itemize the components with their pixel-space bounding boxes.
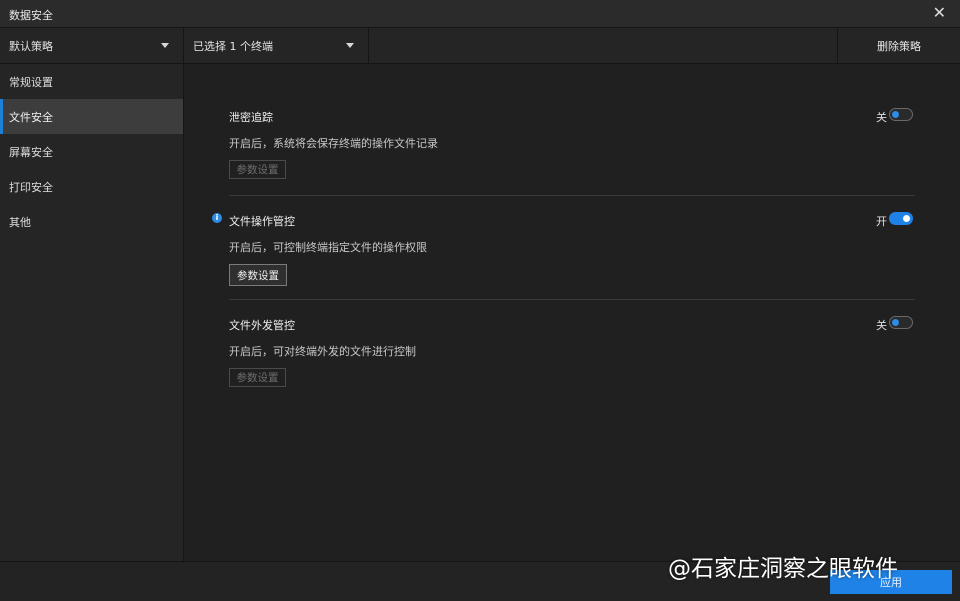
sidebar-item-label: 常规设置 — [9, 75, 53, 89]
toggle-label: 关 — [876, 319, 887, 332]
toggle-label: 关 — [876, 111, 887, 124]
divider — [229, 299, 915, 300]
toggle-label: 开 — [876, 215, 887, 228]
terminal-dropdown-label: 已选择 1 个终端 — [193, 39, 273, 53]
section-title: 文件操作管控 — [229, 215, 295, 228]
divider — [229, 195, 915, 196]
sidebar-item-label: 其他 — [9, 215, 31, 229]
sidebar-item-file-security[interactable]: 文件安全 — [0, 99, 183, 134]
section-description: 开启后，系统将会保存终端的操作文件记录 — [229, 137, 438, 150]
chevron-down-icon — [346, 43, 354, 48]
sidebar-item-print-security[interactable]: 打印安全 — [0, 169, 183, 204]
params-button[interactable]: 参数设置 — [229, 160, 286, 179]
policy-dropdown-label: 默认策略 — [9, 39, 53, 53]
chevron-down-icon — [161, 43, 169, 48]
title-bar: 数据安全 ✕ — [0, 0, 960, 28]
toggle-knob — [892, 319, 899, 326]
sidebar-item-other[interactable]: 其他 — [0, 204, 183, 239]
section-description: 开启后，可控制终端指定文件的操作权限 — [229, 241, 427, 254]
sidebar: 常规设置 文件安全 屏幕安全 打印安全 其他 — [0, 64, 184, 561]
terminal-dropdown[interactable]: 已选择 1 个终端 — [184, 28, 369, 63]
sidebar-item-screen-security[interactable]: 屏幕安全 — [0, 134, 183, 169]
file-outbound-toggle[interactable] — [889, 316, 913, 329]
info-icon[interactable]: i — [212, 213, 222, 223]
params-button[interactable]: 参数设置 — [229, 368, 286, 387]
close-icon[interactable]: ✕ — [933, 5, 946, 21]
section-title: 泄密追踪 — [229, 111, 273, 124]
toggle-knob — [892, 111, 899, 118]
watermark: @石家庄洞察之眼软件 — [668, 556, 898, 582]
sidebar-item-general[interactable]: 常规设置 — [0, 64, 183, 99]
toggle-knob — [903, 215, 910, 222]
sidebar-item-label: 打印安全 — [9, 180, 53, 194]
sidebar-item-label: 文件安全 — [9, 110, 53, 124]
window-title: 数据安全 — [9, 9, 53, 22]
section-leak-tracking: 泄密追踪 开启后，系统将会保存终端的操作文件记录 参数设置 关 — [229, 108, 915, 179]
sidebar-item-label: 屏幕安全 — [9, 145, 53, 159]
section-title: 文件外发管控 — [229, 319, 295, 332]
toolbar: 默认策略 已选择 1 个终端 删除策略 — [0, 28, 960, 64]
leak-tracking-toggle[interactable] — [889, 108, 913, 121]
policy-dropdown[interactable]: 默认策略 — [0, 28, 184, 63]
section-description: 开启后，可对终端外发的文件进行控制 — [229, 345, 416, 358]
delete-policy-button[interactable]: 删除策略 — [837, 28, 960, 63]
section-file-operation-control: 文件操作管控 开启后，可控制终端指定文件的操作权限 参数设置 开 — [229, 212, 915, 286]
file-operation-toggle[interactable] — [889, 212, 913, 225]
main-content: 泄密追踪 开启后，系统将会保存终端的操作文件记录 参数设置 关 i 文件操作管控… — [185, 64, 960, 561]
params-button[interactable]: 参数设置 — [229, 264, 287, 286]
section-file-outbound-control: 文件外发管控 开启后，可对终端外发的文件进行控制 参数设置 关 — [229, 316, 915, 387]
